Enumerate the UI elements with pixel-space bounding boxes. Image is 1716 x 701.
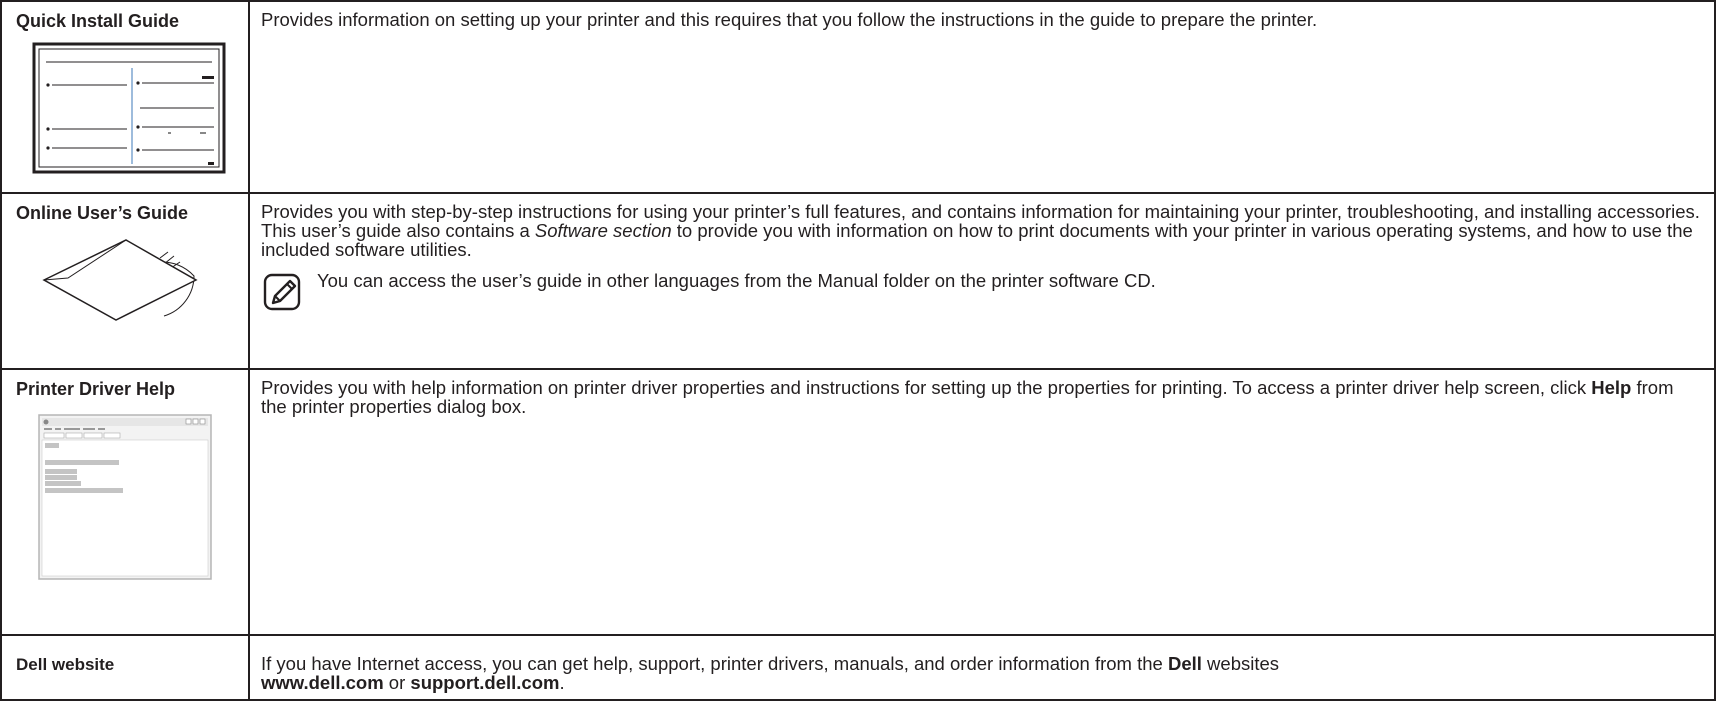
resource-description-cell: Provides information on setting up your … <box>248 0 1716 194</box>
resource-name: Printer Driver Help <box>16 379 176 399</box>
help-window-screenshot-icon <box>38 414 212 580</box>
resource-name-cell: Online User’s Guide <box>0 192 250 370</box>
resource-description-cell: Provides you with help information on pr… <box>248 368 1716 636</box>
resource-name: Quick Install Guide <box>16 11 180 31</box>
resource-description: Provides you with help information on pr… <box>250 370 1714 416</box>
help-bold-text: Help <box>1591 377 1632 398</box>
resource-table: Quick Install Guide Provides information… <box>0 0 1716 701</box>
dell-website-link[interactable]: www.dell.com <box>261 672 384 693</box>
resource-description: Provides you with step-by-step instructi… <box>261 201 1700 222</box>
resource-name-cell: Dell website <box>0 634 250 701</box>
resource-description-cell: Provides you with step-by-step instructi… <box>248 192 1716 370</box>
text-span: or <box>383 672 411 693</box>
table-row: Online User’s Guide Provides you with st… <box>0 192 1716 370</box>
resource-name: Dell website <box>16 655 115 674</box>
text-span: This user’s guide also contains a <box>261 220 535 241</box>
note-block: You can access the user’s guide in other… <box>261 267 1704 313</box>
resource-description-cell: If you have Internet access, you can get… <box>248 634 1716 701</box>
resource-description: If you have Internet access, you can get… <box>250 636 1714 692</box>
table-row: Printer Driver Help Provides you with he… <box>0 368 1716 636</box>
table-row: Quick Install Guide Provides information… <box>0 0 1716 194</box>
resource-name-cell: Printer Driver Help <box>0 368 250 636</box>
text-span: . <box>559 672 565 693</box>
resource-description: Provides information on setting up your … <box>261 9 1318 30</box>
support-website-link[interactable]: support.dell.com <box>410 672 559 693</box>
software-section-emphasis: Software section <box>534 220 672 241</box>
note-icon <box>263 273 301 311</box>
cd-sleeve-icon <box>42 239 198 321</box>
note-text: You can access the user’s guide in other… <box>317 270 1156 291</box>
quick-install-guide-thumbnail-icon <box>32 42 226 174</box>
software-section-paragraph: This user’s guide also contains a Softwa… <box>261 221 1704 259</box>
resource-name-cell: Quick Install Guide <box>0 0 250 194</box>
resource-name: Online User’s Guide <box>16 203 189 223</box>
table-row: Dell website If you have Internet access… <box>0 634 1716 701</box>
text-span: Provides you with help information on pr… <box>261 377 1592 398</box>
text-span: If you have Internet access, you can get… <box>261 653 1168 674</box>
text-span: websites <box>1201 653 1280 674</box>
dell-bold-text: Dell <box>1167 653 1202 674</box>
